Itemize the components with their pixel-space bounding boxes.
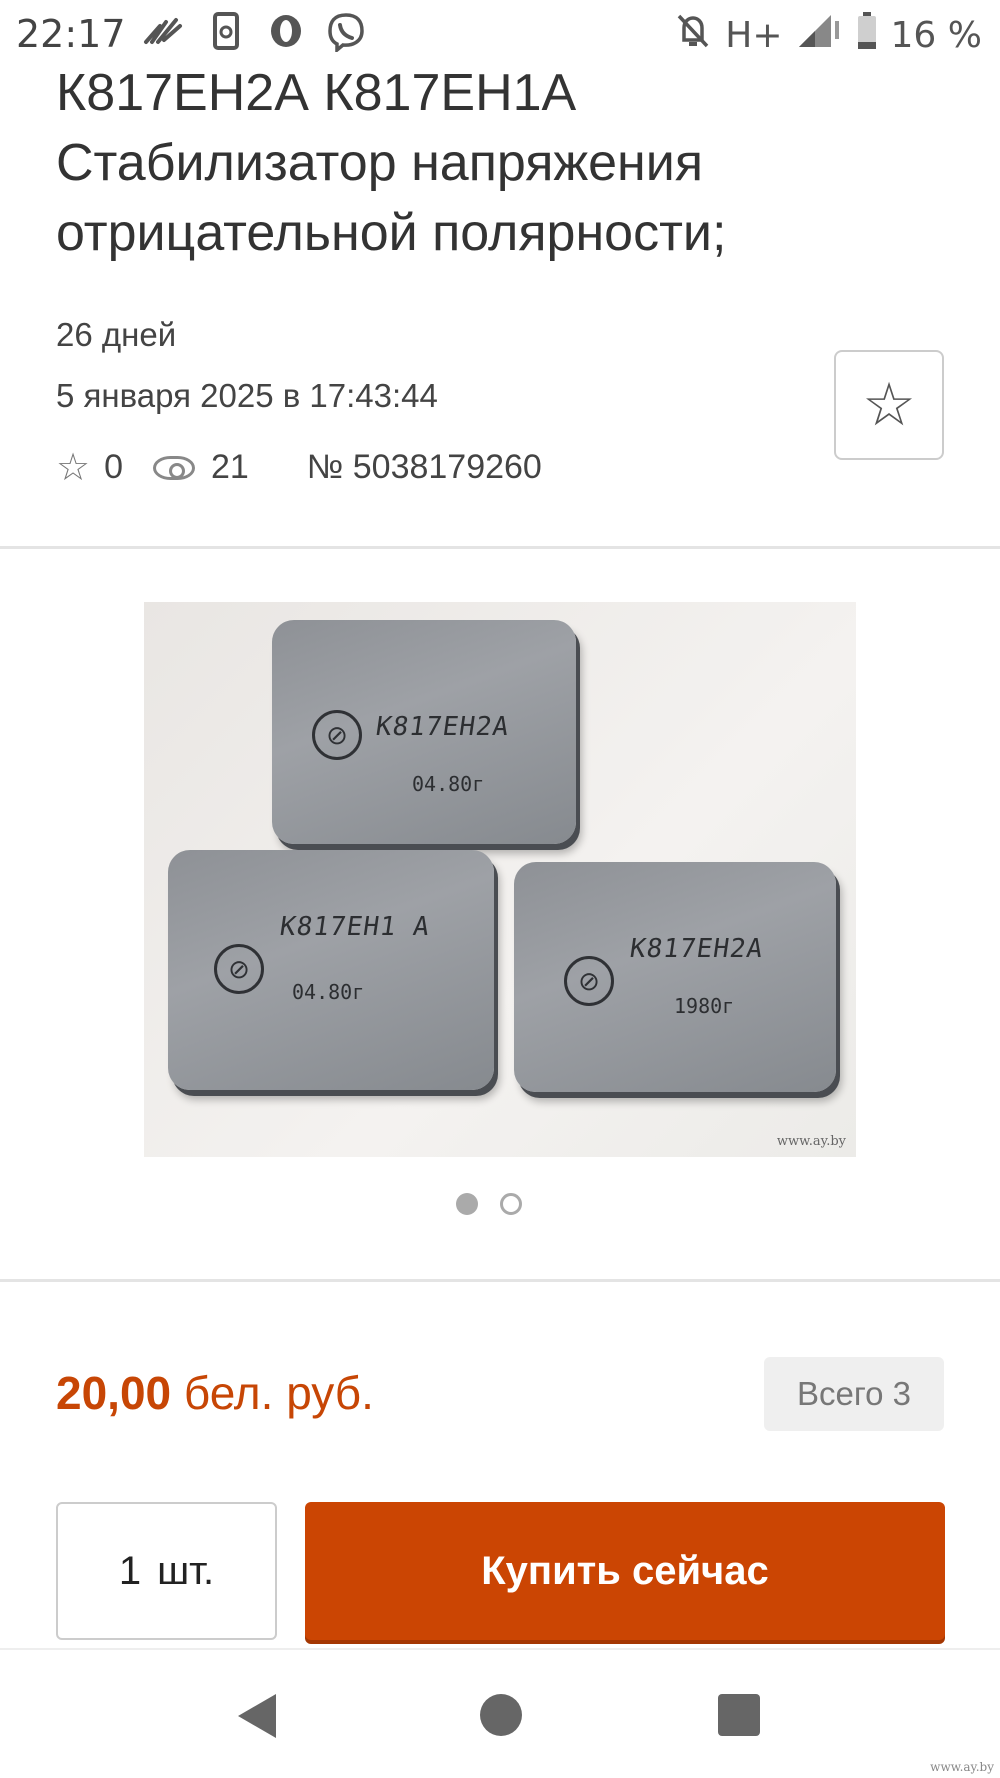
opera-icon [268, 12, 304, 58]
gallery-dot-active[interactable] [456, 1193, 478, 1215]
title-line-desc-2: отрицательной полярности; [56, 204, 727, 262]
app-fan-icon [142, 12, 184, 56]
status-right: H+ 16 % [675, 12, 982, 59]
chip-label: К817ЕН1 А [277, 912, 432, 942]
buy-now-button[interactable]: Купить сейчас [305, 1502, 945, 1640]
star-outline-icon: ☆ [56, 447, 91, 489]
price-amount: 20,00 [56, 1367, 172, 1419]
lot-number: № 5038179260 [306, 448, 542, 486]
listing-stats: ☆ 0 21 № 5038179260 [56, 445, 542, 490]
chip-image-top: ⊘ К817ЕН2А 04.80г [272, 620, 576, 844]
back-icon[interactable] [238, 1694, 276, 1738]
product-photo[interactable]: ⊘ К817ЕН2А 04.80г ⊘ К817ЕН1 А 04.80г ⊘ К… [144, 602, 856, 1157]
gallery-dot[interactable] [500, 1193, 522, 1215]
factory-logo-icon: ⊘ [214, 944, 264, 994]
eye-icon [153, 455, 195, 480]
chip-label: К817ЕН2А [627, 934, 766, 964]
end-date: 5 января 2025 в 17:43:44 [56, 377, 438, 414]
time-left: 26 дней [56, 316, 177, 353]
factory-logo-icon: ⊘ [312, 710, 362, 760]
chip-year: 1980г [674, 994, 735, 1018]
signal-icon [797, 13, 843, 58]
footer-watermark: www.ay.by [930, 1760, 994, 1774]
battery-icon [857, 12, 877, 59]
favorites-count: 0 [104, 448, 123, 486]
title-line-desc-1: Стабилизатор напряжения [56, 134, 703, 192]
title-line-models: К817ЕН2А К817ЕН1А [56, 64, 577, 122]
recent-apps-icon[interactable] [718, 1694, 760, 1736]
quantity-field[interactable]: 1 шт. [56, 1502, 277, 1640]
chip-image-right: ⊘ К817ЕН2А 1980г [514, 862, 836, 1092]
views-count: 21 [211, 448, 249, 486]
sim-card-icon [212, 12, 240, 58]
chip-label: К817ЕН2А [373, 712, 512, 742]
gallery-pagination [456, 1193, 522, 1215]
status-time: 22:17 [16, 12, 126, 56]
viber-icon [326, 12, 366, 60]
home-icon[interactable] [480, 1694, 522, 1736]
chip-year: 04.80г [292, 980, 365, 1004]
chip-image-left: ⊘ К817ЕН1 А 04.80г [168, 850, 494, 1090]
quantity-unit: шт. [157, 1548, 215, 1593]
price: 20,00 бел. руб. [56, 1366, 374, 1420]
factory-logo-icon: ⊘ [564, 956, 614, 1006]
page-title: К817ЕН2А К817ЕН1А Стабилизатор напряжени… [56, 58, 956, 268]
divider [0, 1279, 1000, 1282]
price-currency: бел. руб. [183, 1367, 374, 1419]
stock-badge: Всего 3 [764, 1357, 944, 1431]
chip-year: 04.80г [412, 772, 485, 796]
divider [0, 546, 1000, 549]
photo-watermark: www.ay.by [776, 1134, 846, 1149]
system-nav-bar: www.ay.by [0, 1648, 1000, 1778]
mute-icon [675, 12, 711, 59]
quantity-value: 1 [118, 1548, 142, 1593]
star-icon: ☆ [862, 371, 916, 438]
add-to-favorites-button[interactable]: ☆ [834, 350, 944, 460]
battery-level: 16 % [890, 15, 982, 56]
network-type: H+ [725, 15, 783, 56]
